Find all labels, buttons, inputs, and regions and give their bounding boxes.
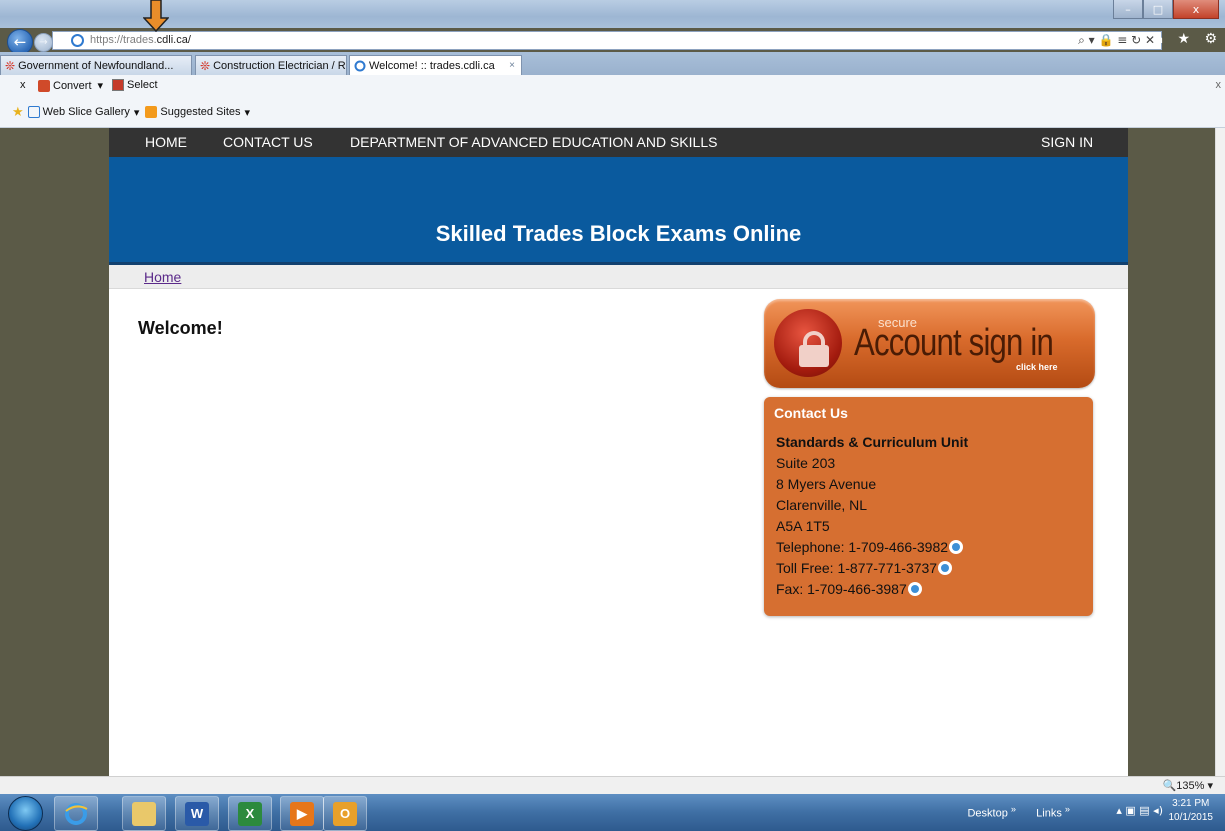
clock[interactable]: 3:21 PM 10/1/2015 — [1169, 797, 1214, 825]
windows-taskbar: W X ▶ O Desktop » Links » ▴ ▣ ▤ ◂) 3:21 … — [0, 794, 1225, 831]
ie-tab-icon — [354, 60, 366, 71]
taskbar-outlook[interactable]: O — [323, 796, 367, 831]
account-sign-in-button[interactable]: secure Account sign in click here — [764, 299, 1095, 388]
forward-button[interactable]: → — [34, 33, 53, 52]
chevron-down-icon: ▾ — [97, 80, 104, 92]
clock-date: 10/1/2015 — [1168, 812, 1214, 823]
tab-close-icon[interactable]: × — [509, 60, 515, 71]
suggested-sites-link[interactable]: Suggested Sites — [160, 106, 240, 118]
tab-label: Construction Electrician / Red ... — [213, 59, 346, 72]
tab-strip: ❊ Government of Newfoundland... ❊ Constr… — [0, 52, 1225, 75]
tray-icons[interactable]: ▴ ▣ ▤ ◂) — [1116, 804, 1163, 817]
favorites-bar: ★ Web Slice Gallery ▾ Suggested Sites ▾ — [12, 104, 250, 120]
excel-icon: X — [238, 801, 262, 826]
tab-label: Government of Newfoundland... — [18, 59, 174, 72]
outlook-icon: O — [333, 801, 357, 826]
web-slice-gallery-link[interactable]: Web Slice Gallery — [43, 106, 130, 118]
site-top-nav: HOME CONTACT US DEPARTMENT OF ADVANCED E… — [109, 128, 1128, 157]
zoom-level[interactable]: 🔍135% ▾ — [1163, 779, 1213, 792]
word-icon: W — [185, 801, 209, 826]
internet-explorer-icon — [65, 802, 88, 825]
select-button[interactable]: Select — [112, 79, 158, 91]
contact-city: Clarenville, NL — [776, 497, 868, 513]
convert-button[interactable]: Convert ▾ — [38, 79, 103, 92]
maximize-button[interactable]: □ — [1143, 0, 1173, 19]
contact-box: Contact Us Standards & Curriculum Unit S… — [764, 397, 1093, 616]
taskbar-internet-explorer[interactable] — [54, 796, 98, 831]
phone-call-icon[interactable] — [907, 582, 922, 596]
taskbar-media-player[interactable]: ▶ — [280, 796, 324, 831]
window-titlebar: – □ x — [0, 0, 1225, 28]
vertical-scrollbar[interactable] — [1215, 128, 1225, 776]
address-bar[interactable]: https://trades.cdli.ca/ ⌕ ▾ 🔒 ≡ ↻ ✕ — [52, 31, 1162, 50]
select-label: Select — [127, 79, 158, 91]
page-viewport: HOME CONTACT US DEPARTMENT OF ADVANCED E… — [0, 128, 1215, 776]
url-text[interactable]: https://trades.cdli.ca/ — [90, 34, 191, 46]
breadcrumb-home-link[interactable]: Home — [144, 269, 181, 285]
phone-call-icon[interactable] — [938, 561, 953, 575]
folder-icon — [132, 801, 156, 826]
lock-icon — [774, 309, 842, 377]
contact-street: 8 Myers Avenue — [776, 476, 877, 492]
annotation-arrow-icon — [143, 0, 169, 32]
convert-label: Convert — [53, 79, 92, 92]
pdf-select-icon — [112, 79, 124, 91]
address-bar-icons[interactable]: ⌕ ▾ 🔒 ≡ ↻ ✕ — [1078, 33, 1155, 48]
contact-telephone-row: Telephone: 1-709-466-3982 — [776, 539, 964, 555]
contact-suite: Suite 203 — [776, 455, 836, 471]
taskbar-excel[interactable]: X — [228, 796, 272, 831]
chevron-down-icon[interactable]: ▾ — [245, 106, 251, 119]
contact-fax-row: Fax: 1-709-466-3987 — [776, 581, 922, 597]
pdf-convert-icon — [38, 79, 50, 92]
nav-sign-in[interactable]: SIGN IN — [1041, 134, 1093, 150]
contact-title: Contact Us — [774, 405, 848, 421]
contact-fax: Fax: 1-709-466-3987 — [776, 581, 907, 597]
links-toolbar[interactable]: Links » — [1036, 804, 1070, 820]
web-slice-icon — [27, 106, 40, 118]
contact-tollfree-row: Toll Free: 1-877-771-3737 — [776, 560, 953, 576]
clock-time: 3:21 PM — [1172, 798, 1210, 809]
breadcrumb: Home — [109, 265, 1128, 289]
phone-call-icon[interactable] — [949, 540, 964, 554]
nav-home[interactable]: HOME — [145, 134, 187, 150]
tab-label: Welcome! :: trades.cdli.ca — [369, 59, 495, 72]
contact-tollfree: Toll Free: 1-877-771-3737 — [776, 560, 938, 576]
tab-construction-electrician[interactable]: ❊ Construction Electrician / Red ... — [195, 55, 347, 75]
site-title: Skilled Trades Block Exams Online — [435, 221, 802, 246]
favorites-star-icon[interactable]: ★ — [12, 104, 24, 120]
click-here-label: click here — [1016, 362, 1058, 372]
nav-department[interactable]: DEPARTMENT OF ADVANCED EDUCATION AND SKI… — [350, 134, 717, 150]
chevron-down-icon[interactable]: ▾ — [134, 106, 140, 119]
window-controls: – □ x — [1113, 0, 1219, 20]
nav-contact-us[interactable]: CONTACT US — [223, 134, 313, 150]
maple-leaf-icon: ❊ — [5, 58, 16, 73]
home-favorites-tools-icons[interactable]: ⌂ ★ ⚙ — [1154, 31, 1222, 47]
taskbar-word[interactable]: W — [175, 796, 219, 831]
media-player-icon: ▶ — [290, 801, 314, 826]
welcome-heading: Welcome! — [138, 318, 223, 338]
account-sign-in-label: Account sign in — [854, 322, 1054, 364]
taskbar-file-explorer[interactable] — [122, 796, 166, 831]
close-window-button[interactable]: x — [1173, 0, 1219, 19]
contact-telephone: Telephone: 1-709-466-3982 — [776, 539, 949, 555]
commandbar-right-close[interactable]: x — [1216, 79, 1222, 91]
commandbar-close-button[interactable]: x — [20, 79, 26, 91]
contact-unit: Standards & Curriculum Unit — [776, 434, 969, 450]
start-button[interactable] — [8, 796, 43, 831]
site-banner: Skilled Trades Block Exams Online — [109, 157, 1128, 265]
ie-page-icon — [71, 34, 84, 47]
status-bar: 🔍135% ▾ — [0, 776, 1225, 795]
contact-postal: A5A 1T5 — [776, 518, 830, 534]
page-container: HOME CONTACT US DEPARTMENT OF ADVANCED E… — [109, 128, 1128, 776]
command-bar: x Convert ▾ Select x ★ Web Slice Gallery… — [0, 75, 1225, 128]
tab-welcome-trades[interactable]: Welcome! :: trades.cdli.ca × — [349, 55, 522, 75]
tab-government-newfoundland[interactable]: ❊ Government of Newfoundland... — [0, 55, 192, 75]
suggested-sites-icon — [145, 106, 158, 118]
maple-leaf-icon: ❊ — [200, 58, 211, 73]
browser-navigation-row: ← → https://trades.cdli.ca/ ⌕ ▾ 🔒 ≡ ↻ ✕ … — [0, 28, 1225, 55]
desktop-toolbar[interactable]: Desktop » — [967, 804, 1016, 820]
minimize-button[interactable]: – — [1113, 0, 1143, 19]
